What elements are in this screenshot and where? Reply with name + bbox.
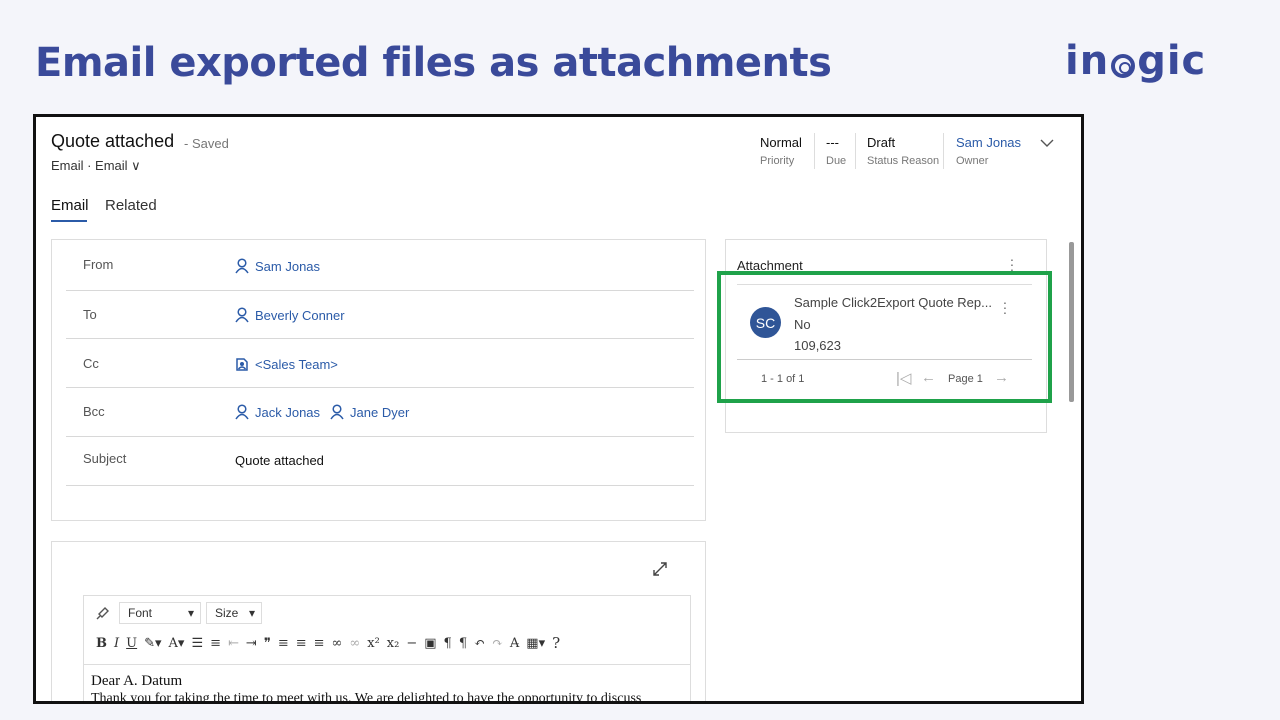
tab-related[interactable]: Related [105, 197, 157, 214]
table-icon[interactable]: ▦▾ [526, 636, 545, 651]
size-dropdown[interactable]: Size ▾ [206, 602, 262, 624]
undo-icon[interactable]: ↶ [474, 636, 485, 651]
page-number: Page 1 [948, 373, 983, 385]
quote-icon[interactable]: ❞ [264, 636, 271, 651]
align-center-icon[interactable]: ≡ [296, 636, 307, 651]
ltr-icon[interactable]: ¶ [444, 636, 452, 651]
indent-icon[interactable]: ⇥ [246, 636, 257, 651]
subscript-icon[interactable]: x₂ [387, 636, 400, 651]
strikethrough-icon[interactable]: − [406, 636, 417, 651]
attachment-field-2: No [794, 317, 811, 332]
first-page-icon[interactable]: |◁ [896, 369, 911, 387]
previous-page-icon[interactable]: ← [921, 369, 936, 386]
subject-label: Subject [83, 451, 127, 466]
header-owner[interactable]: Sam Jonas Owner [956, 135, 1021, 167]
redo-icon[interactable]: ↷ [492, 636, 503, 651]
numbered-list-icon[interactable]: ≡ [210, 636, 221, 651]
bold-icon[interactable]: B [96, 636, 107, 651]
from-field[interactable]: Sam Jonas [235, 258, 320, 274]
crm-screenshot-frame: Quote attached - Saved Email · Email ∨ N… [33, 114, 1084, 704]
link-icon[interactable]: ∞ [332, 636, 343, 651]
attachment-avatar: SC [750, 307, 781, 338]
scrollbar[interactable] [1069, 242, 1074, 402]
person-icon [235, 307, 249, 323]
bullet-list-icon[interactable]: ☰ [191, 636, 203, 651]
expand-icon[interactable] [652, 561, 668, 577]
header-due[interactable]: --- Due [826, 135, 846, 167]
cc-field[interactable]: <Sales Team> [235, 356, 338, 372]
from-label: From [83, 257, 114, 272]
help-icon[interactable]: ? [552, 634, 560, 652]
next-page-icon[interactable]: → [994, 369, 1009, 386]
subject-field[interactable]: Quote attached [235, 453, 324, 468]
save-status: - Saved [184, 136, 229, 151]
formatting-buttons: B I U ✎▾ A▾ ☰ ≡ ⇤ ⇥ ❞ ≡ ≡ ≡ ∞ ∞ x² x₂ − … [96, 634, 560, 652]
more-options-icon[interactable]: · · · [1009, 252, 1015, 276]
email-greeting: Dear A. Datum [91, 673, 183, 689]
cc-label: Cc [83, 356, 99, 371]
format-painter-icon[interactable] [96, 604, 112, 620]
highlight-icon[interactable]: ✎▾ [144, 636, 161, 651]
expand-header-chevron-icon[interactable] [1039, 135, 1055, 151]
bcc-field[interactable]: Jack Jonas Jane Dyer [235, 404, 409, 420]
person-icon [235, 404, 249, 420]
record-count: 1 - 1 of 1 [761, 373, 805, 385]
superscript-icon[interactable]: x² [367, 636, 380, 651]
to-field[interactable]: Beverly Conner [235, 307, 345, 323]
outdent-icon[interactable]: ⇤ [228, 636, 239, 651]
rich-text-toolbar: Font ▾ Size ▾ B I U ✎▾ A▾ ☰ ≡ ⇤ ⇥ ❞ ≡ ≡ ≡ … [83, 595, 691, 665]
record-title: Quote attached [51, 131, 175, 151]
image-icon[interactable]: ▣ [424, 636, 436, 651]
person-icon [330, 404, 344, 420]
rtl-icon[interactable]: ¶ [459, 636, 467, 651]
active-tab-indicator [51, 220, 87, 222]
clear-format-icon[interactable]: A̶ [510, 636, 519, 651]
font-color-icon[interactable]: A▾ [169, 636, 185, 651]
team-queue-icon [236, 358, 248, 371]
tab-email[interactable]: Email [51, 197, 89, 214]
attachment-file-size: 109,623 [794, 338, 841, 353]
underline-icon[interactable]: U [126, 636, 137, 651]
person-icon [235, 258, 249, 274]
header-status-reason[interactable]: Draft Status Reason [867, 135, 939, 167]
record-type-selector[interactable]: Email · Email ∨ [51, 158, 141, 174]
italic-icon[interactable]: I [114, 636, 119, 651]
email-fields-panel [51, 239, 706, 521]
header-priority[interactable]: Normal Priority [760, 135, 802, 167]
email-body-text: Thank you for taking the time to meet wi… [91, 691, 642, 704]
attachment-file-name[interactable]: Sample Click2Export Quote Rep... [794, 295, 992, 310]
inogic-logo: in gic [1065, 38, 1207, 84]
bcc-label: Bcc [83, 404, 105, 419]
align-left-icon[interactable]: ≡ [278, 636, 289, 651]
align-right-icon[interactable]: ≡ [314, 636, 325, 651]
to-label: To [83, 307, 97, 322]
row-more-options-icon[interactable]: · · · [1002, 295, 1008, 319]
slide-title: Email exported files as attachments [35, 40, 832, 86]
unlink-icon[interactable]: ∞ [349, 636, 360, 651]
font-dropdown[interactable]: Font ▾ [119, 602, 201, 624]
